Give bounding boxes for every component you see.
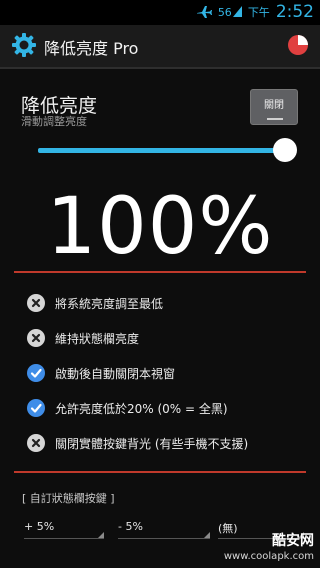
check-circle-icon [27, 399, 45, 417]
option-label: 啟動後自動關閉本視窗 [55, 366, 176, 381]
close-button[interactable]: 關閉 [250, 89, 298, 125]
custom-buttons-title: [ 自訂狀態欄按鍵 ] [22, 492, 115, 505]
dropdown-underline [24, 538, 104, 539]
option-label: 維持狀態欄亮度 [55, 331, 140, 346]
close-button-indicator [267, 118, 283, 120]
airplane-icon [196, 6, 212, 18]
brightness-subtitle: 滑動調整亮度 [21, 115, 87, 128]
close-circle-icon [27, 329, 45, 347]
dropdown-value: (無) [218, 522, 238, 535]
status-time: 2:52 [275, 2, 314, 22]
dropdown-button-1[interactable]: + 5% [24, 517, 104, 539]
brightness-slider-thumb[interactable] [273, 138, 297, 162]
option-allow-below-20[interactable]: 允許亮度低於20% (0% = 全黑) [27, 397, 228, 419]
status-bar: 56 下午 2:52 [0, 0, 320, 25]
dropdown-underline [118, 538, 210, 539]
watermark-url: www.coolapk.com [223, 551, 314, 562]
option-label: 將系統亮度調至最低 [55, 296, 164, 311]
check-circle-icon [27, 364, 45, 382]
brightness-pie-icon[interactable] [287, 34, 309, 56]
app-title: 降低亮度 Pro [44, 39, 139, 58]
close-circle-icon [27, 294, 45, 312]
signal-icon: 56 [218, 5, 242, 19]
close-circle-icon [27, 434, 45, 452]
option-keep-statusbar-brightness[interactable]: 維持狀態欄亮度 [27, 327, 139, 349]
option-auto-close-window[interactable]: 啟動後自動關閉本視窗 [27, 362, 175, 384]
dropdown-value: - 5% [118, 520, 143, 533]
action-bar: 降低亮度 Pro [0, 25, 320, 69]
status-bar-right: 56 下午 2:52 [196, 2, 314, 22]
dropdown-arrow-icon [204, 532, 210, 538]
watermark-title: 酷安网 [272, 533, 314, 549]
dropdown-button-2[interactable]: - 5% [118, 517, 210, 539]
divider-top [14, 271, 306, 273]
option-label: 關閉實體按鍵背光 (有些手機不支援) [55, 436, 249, 451]
option-disable-button-backlight[interactable]: 關閉實體按鍵背光 (有些手機不支援) [27, 432, 248, 454]
gear-icon[interactable] [11, 32, 37, 58]
close-button-label: 關閉 [264, 100, 284, 111]
option-lowest-system-brightness[interactable]: 將系統亮度調至最低 [27, 292, 163, 314]
dropdown-arrow-icon [98, 532, 104, 538]
brightness-percent: 100% [46, 182, 274, 272]
option-label: 允許亮度低於20% (0% = 全黑) [55, 401, 228, 416]
dropdown-value: + 5% [24, 520, 55, 533]
divider-bottom [14, 471, 306, 473]
brightness-slider-track[interactable] [38, 148, 286, 153]
status-ampm: 下午 [247, 6, 270, 19]
